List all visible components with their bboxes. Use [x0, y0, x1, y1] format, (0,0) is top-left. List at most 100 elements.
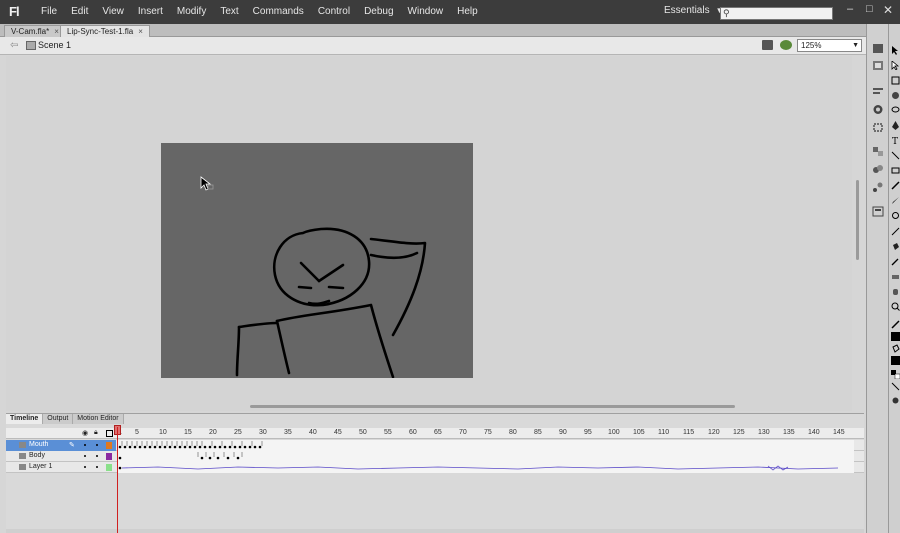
ruler-tick-label: 100	[608, 429, 620, 436]
vertical-scrollbar[interactable]	[856, 180, 859, 260]
menu-help[interactable]: Help	[450, 0, 485, 24]
fill-swatch-icon[interactable]	[891, 356, 900, 365]
layer-name-cell[interactable]: Body	[6, 451, 116, 462]
edit-symbols-icon[interactable]	[780, 40, 792, 50]
ruler-tick-label: 90	[559, 429, 567, 436]
ruler-tick-label: 50	[359, 429, 367, 436]
layer-row-layer-1[interactable]: Layer 1	[6, 462, 864, 473]
help-search-box[interactable]: ⚲	[720, 7, 833, 20]
ruler-tick-label: 60	[409, 429, 417, 436]
pencil-tool-icon[interactable]	[891, 181, 900, 190]
black-white-icon[interactable]	[891, 370, 900, 379]
layer-color-swatch[interactable]	[106, 453, 112, 460]
menu-commands[interactable]: Commands	[246, 0, 311, 24]
outline-icon[interactable]	[106, 430, 113, 437]
menu-insert[interactable]: Insert	[131, 0, 170, 24]
eyedropper-tool-icon[interactable]	[891, 257, 900, 266]
menu-modify[interactable]: Modify	[170, 0, 213, 24]
ruler-tick-label: 55	[384, 429, 392, 436]
zoom-tool-icon[interactable]	[891, 302, 900, 311]
tab-lip-sync-test[interactable]: Lip-Sync-Test-1.fla ×	[60, 25, 150, 37]
workspace-switcher[interactable]: Essentials▼	[664, 5, 724, 16]
layer-frames[interactable]	[118, 462, 854, 473]
maximize-icon[interactable]: □	[866, 3, 873, 15]
pen-tool-icon[interactable]	[891, 121, 900, 130]
layer-name-cell[interactable]: Mouth ✎	[6, 440, 116, 451]
ruler-tick-label: 110	[658, 429, 670, 436]
stroke-swatch-icon[interactable]	[891, 332, 900, 341]
tab-v-cam[interactable]: V-Cam.fla* ×	[4, 25, 66, 37]
ruler-tick-label: 120	[708, 429, 720, 436]
tab-output[interactable]: Output	[43, 414, 74, 424]
layer-frames[interactable]	[118, 451, 854, 462]
tab-motion-editor[interactable]: Motion Editor	[73, 414, 124, 424]
history-icon[interactable]	[872, 206, 884, 217]
color-icon[interactable]	[872, 104, 884, 115]
3d-rotation-tool-icon[interactable]	[891, 91, 900, 100]
rectangle-tool-icon[interactable]	[891, 166, 900, 175]
layer-frames[interactable]	[118, 440, 854, 451]
free-transform-tool-icon[interactable]	[891, 76, 900, 85]
ruler-tick-label: 40	[309, 429, 317, 436]
align-icon[interactable]	[872, 86, 884, 97]
layer-color-swatch[interactable]	[106, 442, 112, 449]
back-arrow-icon[interactable]: ⇦	[10, 40, 18, 51]
components-icon[interactable]	[872, 146, 884, 157]
help-search-input[interactable]	[733, 8, 833, 20]
menu-window[interactable]: Window	[401, 0, 451, 24]
edit-scene-icon[interactable]	[762, 40, 773, 50]
fill-color-icon[interactable]	[891, 344, 900, 353]
menu-text[interactable]: Text	[213, 0, 245, 24]
properties-icon[interactable]	[872, 43, 884, 54]
frame-ruler[interactable]: 1 5 10 15 20 25 30 35 40 45 50 55 60 65 …	[118, 428, 854, 439]
zoom-select[interactable]: 125% ▼	[797, 39, 862, 52]
ruler-tick-label: 75	[484, 429, 492, 436]
menu-control[interactable]: Control	[311, 0, 357, 24]
visibility-dot[interactable]	[84, 455, 86, 457]
ruler-tick-label: 85	[534, 429, 542, 436]
swap-colors-icon[interactable]	[891, 382, 900, 391]
layer-row-mouth[interactable]: Mouth ✎	[6, 440, 864, 451]
motion-presets-icon[interactable]	[872, 164, 884, 175]
paint-bucket-tool-icon[interactable]	[891, 242, 900, 251]
scene-label[interactable]: Scene 1	[38, 40, 71, 50]
brush-tool-icon[interactable]	[891, 196, 900, 205]
lock-icon[interactable]: 🔒︎	[94, 429, 98, 437]
code-snippets-icon[interactable]	[872, 182, 884, 193]
lock-dot[interactable]	[96, 455, 98, 457]
left-eye	[297, 285, 313, 290]
stroke-color-icon[interactable]	[891, 320, 900, 329]
menu-edit[interactable]: Edit	[64, 0, 95, 24]
text-tool-icon[interactable]: T	[891, 136, 900, 145]
menu-view[interactable]: View	[95, 0, 131, 24]
close-icon[interactable]: ×	[138, 27, 143, 36]
timeline-status-bar	[6, 529, 864, 533]
horizontal-scrollbar[interactable]	[250, 405, 735, 408]
close-icon[interactable]: ✕	[883, 3, 893, 17]
library-icon[interactable]	[872, 60, 884, 71]
lock-dot[interactable]	[96, 444, 98, 446]
visibility-dot[interactable]	[84, 466, 86, 468]
subselection-tool-icon[interactable]	[891, 61, 900, 70]
deco-tool-icon[interactable]	[891, 211, 900, 220]
layer-row-body[interactable]: Body	[6, 451, 864, 462]
tab-timeline[interactable]: Timeline	[6, 414, 44, 424]
transform-icon[interactable]	[872, 122, 884, 133]
minimize-icon[interactable]: –	[847, 3, 853, 15]
lasso-tool-icon[interactable]	[891, 106, 900, 115]
visibility-dot[interactable]	[84, 444, 86, 446]
snap-to-objects-icon[interactable]	[891, 396, 900, 405]
menu-items: File Edit View Insert Modify Text Comman…	[34, 0, 485, 24]
layer-color-swatch[interactable]	[106, 464, 112, 471]
hand-tool-icon[interactable]	[891, 287, 900, 296]
eraser-tool-icon[interactable]	[891, 272, 900, 281]
layer-name-cell[interactable]: Layer 1	[6, 462, 116, 473]
eye-icon[interactable]: ◉	[82, 429, 88, 437]
menu-file[interactable]: File	[34, 0, 64, 24]
selection-tool-icon[interactable]	[891, 46, 900, 55]
line-tool-icon[interactable]	[891, 151, 900, 160]
bone-tool-icon[interactable]	[891, 227, 900, 236]
lock-dot[interactable]	[96, 466, 98, 468]
close-icon[interactable]: ×	[54, 27, 59, 36]
menu-debug[interactable]: Debug	[357, 0, 400, 24]
